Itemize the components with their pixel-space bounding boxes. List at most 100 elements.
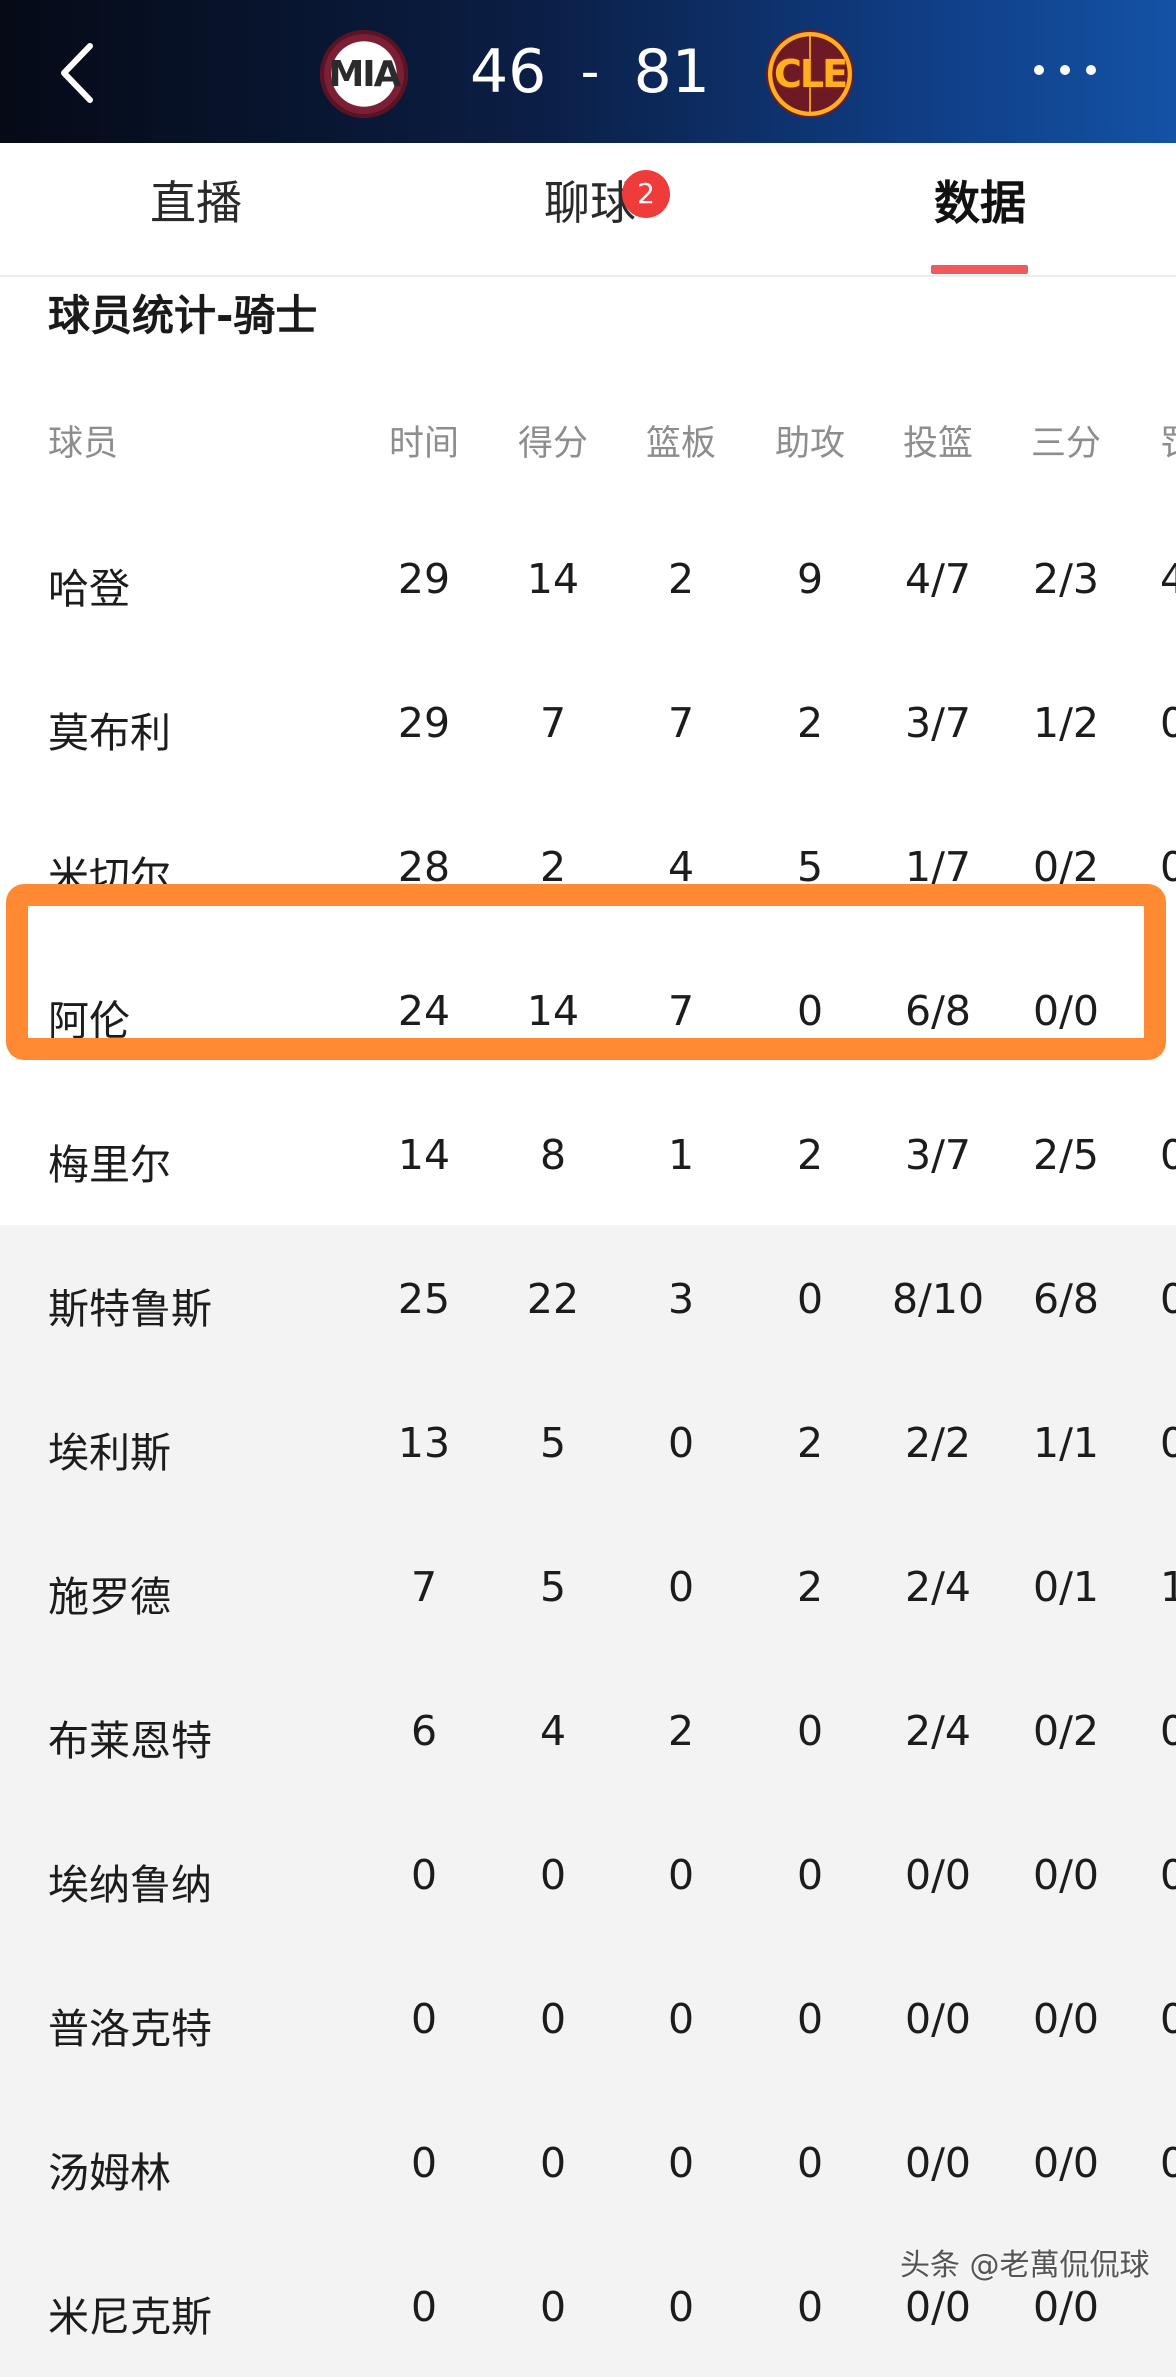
table-row[interactable]: 布莱恩特 6 4 2 0 2/4 0/2 0 — [0, 1657, 1176, 1801]
table-row[interactable]: 莫布利 29 7 7 2 3/7 1/2 0 — [0, 649, 1176, 793]
table-row[interactable]: 施罗德 7 5 0 2 2/4 0/1 1 — [0, 1513, 1176, 1657]
scoreboard: 46 - 81 — [470, 32, 710, 112]
minutes-cell: 14 — [397, 1131, 451, 1179]
column-header-points[interactable]: 得分 — [503, 415, 603, 466]
column-header-minutes[interactable]: 时间 — [374, 415, 474, 466]
table-row[interactable]: 埃纳鲁纳 0 0 0 0 0/0 0/0 0 — [0, 1801, 1176, 1945]
three-pointers-cell: 0/1 — [1033, 1563, 1099, 1611]
score-separator: - — [580, 42, 600, 102]
tab-data[interactable]: 数据 — [930, 173, 1030, 233]
section-title: 球员统计-骑士 — [48, 291, 318, 340]
free-throws-cell: 4 — [1160, 555, 1176, 603]
three-pointers-cell: 0/2 — [1033, 1707, 1099, 1755]
three-pointers-cell: 2/3 — [1033, 555, 1099, 603]
field-goals-cell: 0/0 — [905, 2139, 971, 2187]
player-name-cell: 汤姆林 — [48, 2149, 171, 2197]
table-row[interactable]: 梅里尔 14 8 1 2 3/7 2/5 0 — [0, 1081, 1176, 1225]
highlight-frame — [6, 884, 1166, 1060]
player-name-cell: 埃纳鲁纳 — [48, 1861, 212, 1909]
points-cell: 14 — [526, 555, 580, 603]
points-cell: 0 — [539, 2139, 567, 2187]
free-throws-cell: 0 — [1160, 699, 1176, 747]
table-row[interactable]: 哈登 29 14 2 9 4/7 2/3 4 — [0, 505, 1176, 649]
home-team-logo[interactable]: MIA — [320, 30, 408, 118]
field-goals-cell: 2/4 — [905, 1563, 971, 1611]
away-team-abbr: CLE — [773, 52, 848, 96]
points-cell: 0 — [539, 2283, 567, 2331]
three-pointers-cell: 1/2 — [1033, 699, 1099, 747]
points-cell: 8 — [539, 1131, 567, 1179]
free-throws-cell: 0 — [1160, 2139, 1176, 2187]
rebounds-cell: 0 — [667, 1995, 695, 2043]
field-goals-cell: 0/0 — [905, 1851, 971, 1899]
three-pointers-cell: 6/8 — [1033, 1275, 1099, 1323]
three-pointers-cell: 0/0 — [1033, 1851, 1099, 1899]
free-throws-cell: 0 — [1160, 1995, 1176, 2043]
free-throws-cell: 0 — [1160, 1131, 1176, 1179]
field-goals-cell: 4/7 — [905, 555, 971, 603]
column-header-field-goals[interactable]: 投篮 — [868, 415, 1008, 466]
minutes-cell: 13 — [397, 1419, 451, 1467]
player-name-cell: 布莱恩特 — [48, 1717, 212, 1765]
assists-cell: 0 — [796, 1707, 824, 1755]
three-pointers-cell: 0/0 — [1033, 1995, 1099, 2043]
rebounds-cell: 0 — [667, 1563, 695, 1611]
column-header-assists[interactable]: 助攻 — [760, 415, 860, 466]
assists-cell: 0 — [796, 1995, 824, 2043]
field-goals-cell: 8/10 — [891, 1275, 985, 1323]
column-header-three-pointers[interactable]: 三分 — [1006, 415, 1126, 466]
player-name-cell: 斯特鲁斯 — [48, 1285, 212, 1333]
player-name-cell: 施罗德 — [48, 1573, 171, 1621]
chat-unread-badge: 2 — [622, 170, 670, 218]
minutes-cell: 7 — [410, 1563, 438, 1611]
points-cell: 5 — [539, 1419, 567, 1467]
assists-cell: 2 — [796, 1419, 824, 1467]
field-goals-cell: 0/0 — [905, 1995, 971, 2043]
free-throws-cell: 0 — [1160, 1851, 1176, 1899]
assists-cell: 0 — [796, 2283, 824, 2331]
assists-cell: 0 — [796, 1275, 824, 1323]
assists-cell: 0 — [796, 2139, 824, 2187]
rebounds-cell: 0 — [667, 1851, 695, 1899]
table-row[interactable]: 普洛克特 0 0 0 0 0/0 0/0 0 — [0, 1945, 1176, 2089]
points-cell: 0 — [539, 1995, 567, 2043]
table-row[interactable]: 汤姆林 0 0 0 0 0/0 0/0 0 — [0, 2089, 1176, 2233]
three-pointers-cell: 0/0 — [1033, 2139, 1099, 2187]
three-pointers-cell: 1/1 — [1033, 1419, 1099, 1467]
column-header-free-throws[interactable]: 罚 — [1160, 415, 1176, 466]
away-team-logo[interactable]: CLE — [766, 30, 854, 118]
table-header-row: 球员 时间 得分 篮板 助攻 投篮 三分 罚 — [0, 365, 1176, 505]
assists-cell: 2 — [796, 1563, 824, 1611]
field-goals-cell: 3/7 — [905, 1131, 971, 1179]
assists-cell: 2 — [796, 699, 824, 747]
rebounds-cell: 0 — [667, 2283, 695, 2331]
away-score: 81 — [633, 37, 710, 107]
tab-live[interactable]: 直播 — [146, 173, 246, 233]
rebounds-cell: 2 — [667, 555, 695, 603]
home-score: 46 — [470, 37, 547, 107]
player-name-cell: 哈登 — [48, 565, 130, 613]
minutes-cell: 25 — [397, 1275, 451, 1323]
player-name-cell: 米尼克斯 — [48, 2293, 212, 2341]
free-throws-cell: 0 — [1160, 1419, 1176, 1467]
rebounds-cell: 0 — [667, 2139, 695, 2187]
table-row[interactable]: 斯特鲁斯 25 22 3 0 8/10 6/8 0 — [0, 1225, 1176, 1369]
rebounds-cell: 2 — [667, 1707, 695, 1755]
free-throws-cell: 1 — [1160, 1563, 1176, 1611]
assists-cell: 9 — [796, 555, 824, 603]
player-name-cell: 埃利斯 — [48, 1429, 171, 1477]
home-team-abbr: MIA — [328, 53, 401, 95]
points-cell: 5 — [539, 1563, 567, 1611]
more-dots-icon[interactable] — [1030, 55, 1100, 85]
column-header-rebounds[interactable]: 篮板 — [631, 415, 731, 466]
game-header: MIA 46 - 81 CLE — [0, 0, 1176, 143]
three-pointers-cell: 2/5 — [1033, 1131, 1099, 1179]
rebounds-cell: 1 — [667, 1131, 695, 1179]
rebounds-cell: 3 — [667, 1275, 695, 1323]
table-row[interactable]: 埃利斯 13 5 0 2 2/2 1/1 0 — [0, 1369, 1176, 1513]
chevron-left-icon[interactable] — [50, 38, 110, 108]
tab-bar: 直播 聊球 2 数据 — [0, 143, 1176, 277]
points-cell: 0 — [539, 1851, 567, 1899]
free-throws-cell: 0 — [1160, 1275, 1176, 1323]
player-name-cell: 普洛克特 — [48, 2005, 212, 2053]
